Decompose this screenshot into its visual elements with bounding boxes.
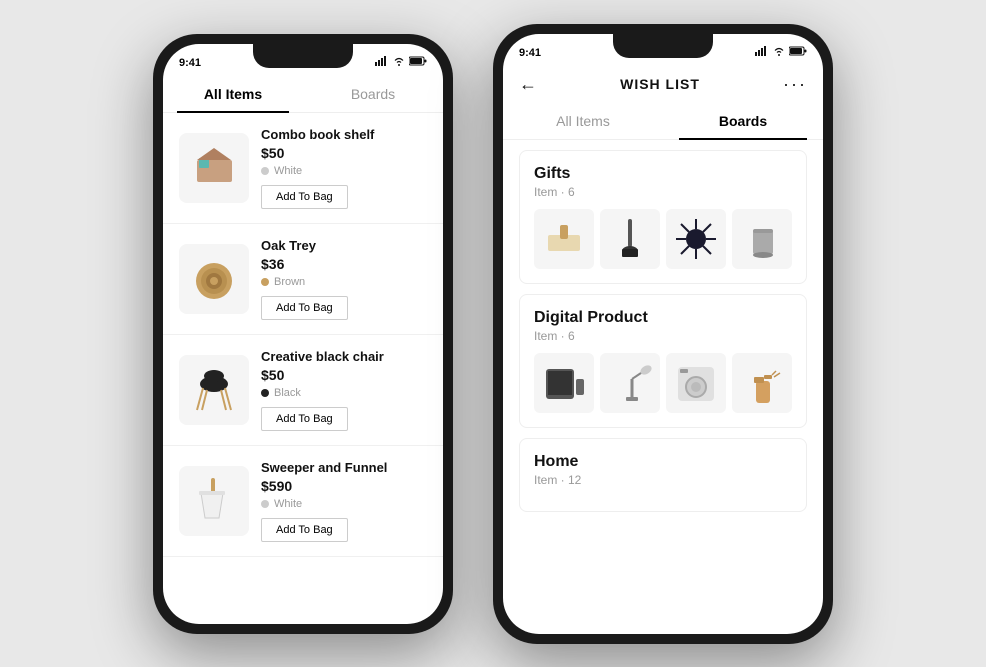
board-home-count: Item · 12 (534, 473, 792, 487)
battery-icon (409, 56, 427, 69)
color-dot-0 (261, 167, 269, 175)
add-to-bag-0[interactable]: Add To Bag (261, 185, 348, 209)
items-list: Combo book shelf $50 White Add To Bag (163, 113, 443, 624)
board-thumb-broom[interactable] (600, 209, 660, 269)
item-name-0: Combo book shelf (261, 127, 427, 142)
more-button[interactable]: ··· (783, 74, 807, 95)
item-color-2: Black (261, 387, 427, 399)
item-name-2: Creative black chair (261, 349, 427, 364)
board-digital-title: Digital Product (534, 309, 792, 327)
board-thumb-washer[interactable] (666, 353, 726, 413)
item-price-2: $50 (261, 367, 427, 383)
add-to-bag-3[interactable]: Add To Bag (261, 518, 348, 542)
board-thumb-cup[interactable] (732, 209, 792, 269)
back-button[interactable]: ← (519, 74, 537, 95)
wifi-icon-right (773, 47, 785, 59)
board-gifts: Gifts Item · 6 (519, 150, 807, 284)
board-gifts-title: Gifts (534, 165, 792, 183)
notch-left (253, 44, 353, 68)
item-info-0: Combo book shelf $50 White Add To Bag (261, 127, 427, 209)
board-gifts-count: Item · 6 (534, 185, 792, 199)
item-name-3: Sweeper and Funnel (261, 460, 427, 475)
tab-all-items-right[interactable]: All Items (503, 103, 663, 139)
notch-right (613, 34, 713, 58)
right-phone: 9:41 (493, 24, 833, 644)
item-image-0 (179, 133, 249, 203)
board-thumb-spray[interactable] (732, 353, 792, 413)
item-price-0: $50 (261, 145, 427, 161)
board-home: Home Item · 12 (519, 438, 807, 512)
wifi-icon (393, 57, 405, 69)
color-dot-2 (261, 389, 269, 397)
item-info-2: Creative black chair $50 Black Add To Ba… (261, 349, 427, 431)
board-thumb-brush[interactable] (534, 209, 594, 269)
board-gifts-images (534, 209, 792, 269)
item-color-1: Brown (261, 276, 427, 288)
item-image-2 (179, 355, 249, 425)
board-thumb-flower[interactable] (666, 209, 726, 269)
item-price-1: $36 (261, 256, 427, 272)
wishlist-header: ← WISH LIST ··· (503, 66, 823, 103)
item-card-1: Oak Trey $36 Brown Add To Bag (163, 224, 443, 335)
status-icons-left (375, 56, 427, 69)
tabs-right: All Items Boards (503, 103, 823, 140)
color-dot-3 (261, 500, 269, 508)
wishlist-title: WISH LIST (620, 76, 700, 92)
board-thumb-lamp[interactable] (600, 353, 660, 413)
tab-boards-left[interactable]: Boards (303, 76, 443, 112)
signal-icon-right (755, 46, 769, 59)
board-digital-images (534, 353, 792, 413)
item-card-3: Sweeper and Funnel $590 White Add To Bag (163, 446, 443, 557)
board-home-title: Home (534, 453, 792, 471)
battery-icon-right (789, 46, 807, 59)
add-to-bag-1[interactable]: Add To Bag (261, 296, 348, 320)
tabs-left: All Items Boards (163, 76, 443, 113)
board-digital: Digital Product Item · 6 (519, 294, 807, 428)
item-info-3: Sweeper and Funnel $590 White Add To Bag (261, 460, 427, 542)
item-info-1: Oak Trey $36 Brown Add To Bag (261, 238, 427, 320)
tab-all-items-left[interactable]: All Items (163, 76, 303, 112)
tab-boards-right[interactable]: Boards (663, 103, 823, 139)
item-color-0: White (261, 165, 427, 177)
boards-list: Gifts Item · 6 (503, 140, 823, 610)
item-card-2: Creative black chair $50 Black Add To Ba… (163, 335, 443, 446)
left-phone: 9:41 (153, 34, 453, 634)
add-to-bag-2[interactable]: Add To Bag (261, 407, 348, 431)
item-image-1 (179, 244, 249, 314)
item-color-3: White (261, 498, 427, 510)
item-price-3: $590 (261, 478, 427, 494)
time-right: 9:41 (519, 47, 541, 59)
board-digital-count: Item · 6 (534, 329, 792, 343)
time-left: 9:41 (179, 57, 201, 69)
item-name-1: Oak Trey (261, 238, 427, 253)
item-image-3 (179, 466, 249, 536)
item-card-0: Combo book shelf $50 White Add To Bag (163, 113, 443, 224)
color-dot-1 (261, 278, 269, 286)
status-icons-right (755, 46, 807, 59)
signal-icon (375, 56, 389, 69)
board-thumb-tablet[interactable] (534, 353, 594, 413)
